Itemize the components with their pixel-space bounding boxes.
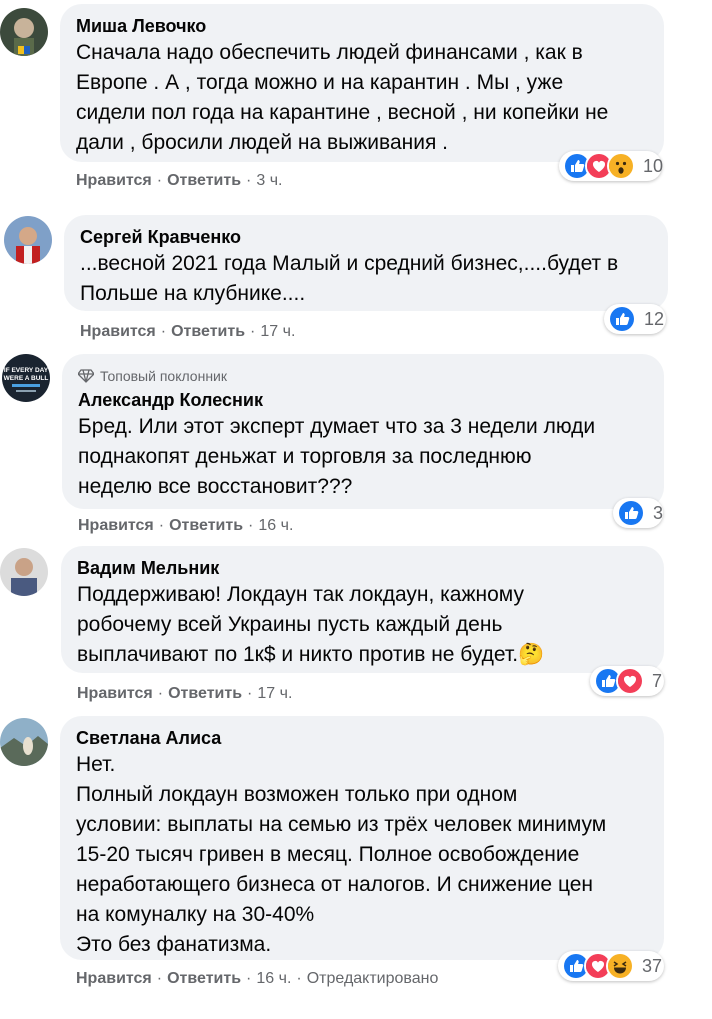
comment-bubble: Топовый поклонник Александр Колесник Бре… bbox=[62, 354, 664, 509]
comment-author[interactable]: Миша Левочко bbox=[76, 14, 648, 38]
reactions-summary[interactable]: 37 bbox=[558, 951, 664, 981]
top-fan-badge[interactable]: Топовый поклонник bbox=[78, 366, 648, 386]
separator: · bbox=[247, 685, 253, 702]
comment-author[interactable]: Светлана Алиса bbox=[76, 726, 648, 750]
like-icon bbox=[608, 305, 636, 333]
comment-bubble: Сергей Кравченко ...весной 2021 года Мал… bbox=[64, 215, 668, 311]
avatar[interactable]: IF EVERY DAY WERE A BULL bbox=[2, 354, 50, 402]
comment-actions: Нравится · Ответить · 17 ч. bbox=[80, 322, 295, 342]
comment-time[interactable]: 3 ч. bbox=[256, 171, 282, 191]
reply-link[interactable]: Ответить bbox=[167, 969, 241, 989]
avatar[interactable] bbox=[0, 8, 48, 56]
comment-text: Бред. Или этот эксперт думает что за 3 н… bbox=[78, 415, 596, 498]
like-link[interactable]: Нравится bbox=[77, 684, 153, 704]
reaction-count: 12 bbox=[644, 308, 665, 329]
comment-bubble: Светлана Алиса Нет. Полный локдаун возмо… bbox=[60, 716, 664, 960]
separator: · bbox=[156, 970, 163, 987]
edited-label: Отредактировано bbox=[306, 970, 439, 987]
reply-link[interactable]: Ответить bbox=[168, 684, 242, 704]
wow-icon bbox=[607, 152, 635, 180]
reply-link[interactable]: Ответить bbox=[171, 322, 245, 342]
comment-bubble: Вадим Мельник Поддерживаю! Локдаун так л… bbox=[61, 546, 664, 673]
separator: · bbox=[246, 970, 252, 987]
separator: · bbox=[158, 517, 165, 534]
separator: · bbox=[157, 685, 164, 702]
reactions-summary[interactable]: 3 bbox=[613, 498, 663, 528]
like-link[interactable]: Нравится bbox=[76, 969, 152, 989]
reactions-summary[interactable]: 10 bbox=[559, 151, 664, 181]
comment-time[interactable]: 17 ч. bbox=[257, 684, 292, 704]
love-icon bbox=[616, 667, 644, 695]
separator: · bbox=[156, 172, 163, 189]
comment-text: Поддерживаю! Локдаун так локдаун, кажном… bbox=[77, 583, 545, 666]
comment-author[interactable]: Александр Колесник bbox=[78, 388, 648, 412]
diamond-icon bbox=[78, 369, 94, 383]
comment-text: ...весной 2021 года Малый и средний бизн… bbox=[80, 252, 619, 305]
svg-text:WERE A BULL: WERE A BULL bbox=[4, 375, 49, 382]
comment-author[interactable]: Сергей Кравченко bbox=[80, 225, 652, 249]
comment-actions: Нравится · Ответить · 17 ч. bbox=[77, 684, 292, 704]
separator: · bbox=[246, 172, 252, 189]
reply-link[interactable]: Ответить bbox=[167, 171, 241, 191]
comment-time[interactable]: 16 ч. bbox=[258, 516, 293, 536]
reply-link[interactable]: Ответить bbox=[169, 516, 243, 536]
comment-actions: Нравится · Ответить · 16 ч. · Отредактир… bbox=[76, 969, 438, 989]
reaction-count: 37 bbox=[642, 955, 663, 976]
badge-label: Топовый поклонник bbox=[100, 368, 227, 384]
comment-time[interactable]: 16 ч. bbox=[256, 969, 291, 989]
reaction-count: 7 bbox=[652, 670, 663, 691]
separator: · bbox=[250, 323, 256, 340]
svg-text:IF EVERY DAY: IF EVERY DAY bbox=[4, 367, 49, 374]
separator: · bbox=[160, 323, 167, 340]
reactions-summary[interactable]: 7 bbox=[590, 666, 664, 696]
comment-time[interactable]: 17 ч. bbox=[260, 322, 295, 342]
separator: · bbox=[248, 517, 254, 534]
reactions-summary[interactable]: 12 bbox=[604, 304, 666, 334]
comment-actions: Нравится · Ответить · 16 ч. bbox=[78, 516, 293, 536]
avatar[interactable] bbox=[0, 718, 48, 766]
like-icon bbox=[617, 499, 645, 527]
avatar[interactable] bbox=[4, 216, 52, 264]
comment-bubble: Миша Левочко Сначала надо обеспечить люд… bbox=[60, 4, 664, 162]
separator: · bbox=[296, 970, 302, 987]
reaction-count: 10 bbox=[643, 155, 664, 176]
avatar[interactable] bbox=[0, 548, 48, 596]
reaction-count: 3 bbox=[653, 502, 664, 523]
comment-text: Сначала надо обеспечить людей финансами … bbox=[76, 41, 609, 154]
comment-author[interactable]: Вадим Мельник bbox=[77, 556, 648, 580]
comment-actions: Нравится · Ответить · 3 ч. bbox=[76, 171, 282, 191]
like-link[interactable]: Нравится bbox=[78, 516, 154, 536]
like-link[interactable]: Нравится bbox=[76, 171, 152, 191]
haha-icon bbox=[606, 952, 634, 980]
comment-text: Нет. Полный локдаун возможен только при … bbox=[76, 753, 607, 956]
like-link[interactable]: Нравится bbox=[80, 322, 156, 342]
